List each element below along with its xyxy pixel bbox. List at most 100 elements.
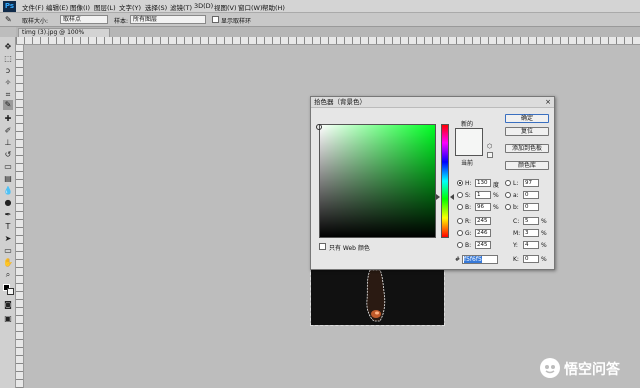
menu-type[interactable]: 文字(Y) — [119, 2, 141, 12]
screen-mode-icon[interactable]: ▣ — [3, 314, 13, 324]
show-ring-checkbox[interactable] — [212, 16, 219, 23]
menu-select[interactable]: 选择(S) — [145, 2, 167, 12]
sample-label: 样本: — [114, 18, 129, 25]
sample-size-label: 取样大小: — [22, 18, 49, 25]
brush-tool-icon[interactable]: ✐ — [3, 126, 13, 136]
blur-tool-icon[interactable]: 💧 — [3, 186, 13, 196]
close-icon[interactable]: × — [545, 98, 551, 106]
blue-input[interactable]: 245 — [475, 241, 491, 249]
menu-window[interactable]: 窗口(W) — [238, 2, 263, 12]
blue-label: B: — [465, 242, 472, 249]
color-field[interactable] — [319, 124, 436, 238]
dodge-tool-icon[interactable]: ● — [3, 198, 13, 208]
m-label: M: — [513, 230, 521, 237]
reset-button[interactable]: 复位 — [505, 127, 549, 136]
add-to-swatches-button[interactable]: 添加到色板 — [505, 144, 549, 153]
g-radio[interactable] — [457, 230, 463, 236]
document-tab[interactable]: timg (3).jpg @ 100%(RGB/8#) * × — [18, 28, 110, 44]
s-label: S: — [465, 192, 471, 199]
menu-edit[interactable]: 编辑(E) — [46, 2, 68, 12]
c-input[interactable]: 5 — [523, 217, 539, 225]
r-label: R: — [465, 218, 472, 225]
hex-input[interactable]: f5f6f5 — [462, 255, 498, 264]
quick-select-tool-icon[interactable]: ✧ — [3, 78, 13, 88]
eyedropper-tool-icon[interactable]: ✎ — [5, 15, 12, 24]
gradient-tool-icon[interactable]: ▤ — [3, 174, 13, 184]
c-label: C: — [513, 218, 520, 225]
g-input[interactable]: 246 — [475, 229, 491, 237]
move-tool-icon[interactable]: ✥ — [3, 42, 13, 52]
a-label: a: — [513, 192, 519, 199]
web-safe-swatch[interactable] — [487, 152, 493, 158]
g-label: G: — [465, 230, 472, 237]
stamp-tool-icon[interactable]: ⊥ — [3, 138, 13, 148]
sample-select[interactable]: 所有图层 — [130, 15, 206, 24]
current-color-swatch[interactable] — [455, 142, 483, 156]
blue-radio[interactable] — [457, 242, 463, 248]
menu-layer[interactable]: 图层(L) — [94, 2, 116, 12]
lasso-tool-icon[interactable]: ↄ — [3, 66, 13, 76]
web-cube-icon[interactable]: ⬡ — [487, 143, 492, 150]
background-color-swatch[interactable] — [7, 288, 14, 295]
y-unit: % — [541, 242, 547, 249]
ok-button[interactable]: 确定 — [505, 114, 549, 123]
path-select-icon[interactable]: ➤ — [3, 234, 13, 244]
k-label: K: — [513, 256, 519, 263]
photo-figure — [366, 270, 386, 322]
hue-slider-left-arrow-icon[interactable] — [436, 194, 440, 200]
menu-help[interactable]: 帮助(H) — [262, 2, 285, 12]
s-radio[interactable] — [457, 192, 463, 198]
show-ring-label: 显示取样环 — [221, 18, 252, 25]
b-input[interactable]: 96 — [475, 203, 491, 211]
menu-3d[interactable]: 3D(D) — [194, 2, 213, 10]
s-unit: % — [493, 192, 499, 199]
b-label: B: — [465, 204, 472, 211]
eyedropper-tool-icon[interactable]: ✎ — [3, 100, 13, 110]
crop-tool-icon[interactable]: ⌗ — [3, 90, 13, 100]
l-label: L: — [513, 180, 519, 187]
lab-b-input[interactable]: 0 — [523, 203, 539, 211]
menu-file[interactable]: 文件(F) — [22, 2, 44, 12]
l-radio[interactable] — [505, 180, 511, 186]
new-color-swatch — [455, 128, 483, 142]
m-input[interactable]: 3 — [523, 229, 539, 237]
menu-view[interactable]: 视图(V) — [214, 2, 237, 12]
y-input[interactable]: 4 — [523, 241, 539, 249]
quick-mask-icon[interactable]: ◙ — [3, 300, 13, 310]
pen-tool-icon[interactable]: ✒ — [3, 210, 13, 220]
history-brush-icon[interactable]: ↺ — [3, 150, 13, 160]
eraser-tool-icon[interactable]: ▭ — [3, 162, 13, 172]
new-color-label: 新的 — [461, 121, 474, 128]
r-input[interactable]: 245 — [475, 217, 491, 225]
type-tool-icon[interactable]: T — [3, 222, 13, 232]
marquee-tool-icon[interactable]: ⬚ — [3, 54, 13, 64]
menu-filter[interactable]: 滤镜(T) — [170, 2, 192, 12]
lab-b-radio[interactable] — [505, 204, 511, 210]
r-radio[interactable] — [457, 218, 463, 224]
menu-image[interactable]: 图像(I) — [70, 2, 90, 12]
color-picker-dialog: 拾色器（背景色） × 新的 当前 ⬡ 确定 复位 添加到色板 颜色库 H: 13… — [310, 96, 555, 270]
hue-slider-right-arrow-icon[interactable] — [450, 194, 454, 200]
hue-slider[interactable] — [441, 124, 449, 238]
a-radio[interactable] — [505, 192, 511, 198]
hex-label: # — [455, 256, 461, 263]
hand-tool-icon[interactable]: ✋ — [3, 258, 13, 268]
color-libraries-button[interactable]: 颜色库 — [505, 161, 549, 170]
healing-brush-icon[interactable]: ✚ — [3, 114, 13, 124]
color-field-cursor[interactable] — [316, 124, 322, 130]
photoshop-logo: Ps — [3, 1, 16, 12]
lab-b-label: b: — [513, 204, 519, 211]
h-input[interactable]: 130 — [475, 179, 491, 187]
s-input[interactable]: 1 — [475, 191, 491, 199]
sample-size-select[interactable]: 取样点 — [60, 15, 108, 24]
shape-tool-icon[interactable]: ▭ — [3, 246, 13, 256]
l-input[interactable]: 97 — [523, 179, 539, 187]
a-input[interactable]: 0 — [523, 191, 539, 199]
watermark-text: 悟空问答 — [564, 362, 620, 378]
zoom-tool-icon[interactable]: ⌕ — [3, 270, 13, 280]
k-input[interactable]: 0 — [523, 255, 539, 263]
web-only-checkbox[interactable] — [319, 243, 326, 250]
h-radio[interactable] — [457, 180, 463, 186]
b-radio[interactable] — [457, 204, 463, 210]
wukong-logo-icon — [540, 358, 560, 378]
